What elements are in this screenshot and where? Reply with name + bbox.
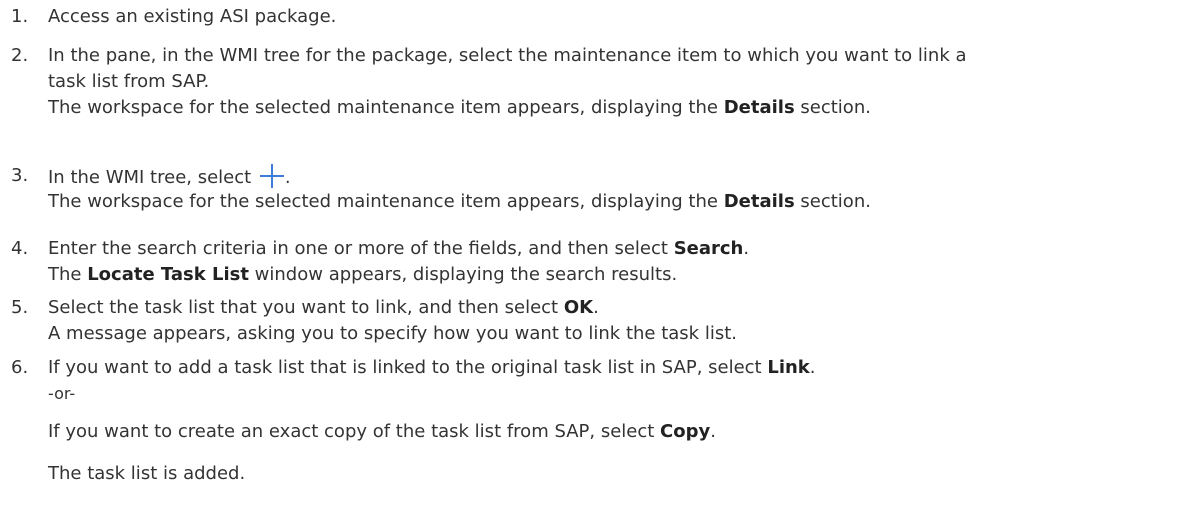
step-number: 5. xyxy=(11,297,29,318)
step-text-line-2: task list from SAP. xyxy=(48,71,210,92)
step-alternative: If you want to create an exact copy of t… xyxy=(48,421,716,442)
step-result: The Locate Task List window appears, dis… xyxy=(48,264,678,285)
or-separator: -or- xyxy=(48,384,76,403)
step-body: Access an existing ASI package. xyxy=(48,4,1178,30)
step-text: Enter the search criteria in one or more… xyxy=(48,238,750,259)
step-body: In the pane, in the WMI tree for the pac… xyxy=(48,43,1178,121)
ui-term-details: Details xyxy=(723,191,795,212)
step-text: Access an existing ASI package. xyxy=(48,6,337,27)
step-text: Select the task list that you want to li… xyxy=(48,297,599,318)
step-result: The workspace for the selected maintenan… xyxy=(48,97,871,118)
step-body: In the WMI tree, select . The workspace … xyxy=(48,163,1178,215)
step-number: 2. xyxy=(11,45,29,66)
ui-term-search: Search xyxy=(673,238,744,259)
ui-term-link: Link xyxy=(767,357,810,378)
step-number: 4. xyxy=(11,238,29,259)
step-text: In the WMI tree, select . xyxy=(48,163,1178,189)
ui-term-copy: Copy xyxy=(660,421,711,442)
step-number: 6. xyxy=(11,357,29,378)
step-body: If you want to add a task list that is l… xyxy=(48,355,1178,487)
step-body: Enter the search criteria in one or more… xyxy=(48,236,1178,288)
step-result: The workspace for the selected maintenan… xyxy=(48,191,871,212)
ui-term-locate-task-list: Locate Task List xyxy=(87,264,249,285)
step-final-result: The task list is added. xyxy=(48,463,246,484)
step-result: A message appears, asking you to specify… xyxy=(48,323,737,344)
ui-term-ok: OK xyxy=(563,297,594,318)
step-text: If you want to add a task list that is l… xyxy=(48,357,816,378)
plus-icon xyxy=(259,163,285,189)
step-text-line-1: In the pane, in the WMI tree for the pac… xyxy=(48,45,967,66)
step-number: 3. xyxy=(11,165,29,186)
step-number: 1. xyxy=(11,6,29,27)
step-body: Select the task list that you want to li… xyxy=(48,295,1178,347)
ui-term-details: Details xyxy=(723,97,795,118)
